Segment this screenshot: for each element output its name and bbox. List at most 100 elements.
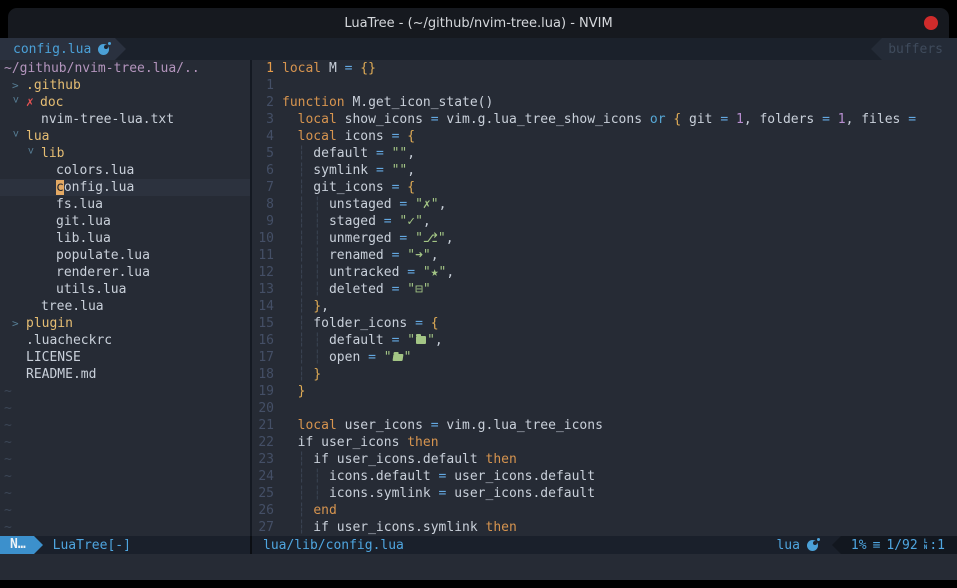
tree-item-doc[interactable]: >✗doc — [0, 94, 250, 111]
code-token: { — [673, 112, 681, 127]
code-line[interactable]: 16 ┆ ┆ default = "", — [252, 332, 957, 349]
tree-item--luacheckrc[interactable]: .luacheckrc — [0, 332, 250, 349]
tree-item-fs-lua[interactable]: fs.lua — [0, 196, 250, 213]
tree-item-renderer-lua[interactable]: renderer.lua — [0, 264, 250, 281]
code-line[interactable]: 5 ┆ default = "", — [252, 145, 957, 162]
line-number: 4 — [252, 128, 282, 145]
code-line[interactable]: 13 ┆ ┆ deleted = "⊟" — [252, 281, 957, 298]
tree-item-lib-lua[interactable]: lib.lua — [0, 230, 250, 247]
code-token: = — [415, 316, 423, 331]
code-line[interactable]: 15 ┆ folder_icons = { — [252, 315, 957, 332]
line-number: 19 — [252, 383, 282, 400]
line-number: 14 — [252, 298, 282, 315]
close-icon[interactable] — [924, 16, 938, 30]
lines-icon: ≡ — [873, 538, 881, 553]
tree-label: README.md — [26, 366, 96, 383]
code-token: = — [822, 112, 830, 127]
tree-item-populate-lua[interactable]: populate.lua — [0, 247, 250, 264]
tree-item-license[interactable]: LICENSE — [0, 349, 250, 366]
tree-label: doc — [40, 94, 63, 111]
tree-item-colors-lua[interactable]: colors.lua — [0, 162, 250, 179]
code-token: , — [407, 146, 415, 161]
code-text: function M.get_icon_state() — [282, 94, 957, 111]
file-path: lua/lib/config.lua — [263, 538, 404, 553]
tree-item-lua[interactable]: >lua — [0, 128, 250, 145]
tabline-spacer — [126, 38, 871, 60]
code-line[interactable]: 20 — [252, 400, 957, 417]
code-token: = — [720, 112, 728, 127]
indent-guide: ┆ — [313, 248, 321, 263]
tree-item-git-lua[interactable]: git.lua — [0, 213, 250, 230]
code-token — [830, 112, 838, 127]
code-line[interactable]: 12 ┆ ┆ untracked = "★", — [252, 264, 957, 281]
code-line[interactable]: 18 ┆ } — [252, 366, 957, 383]
code-line[interactable]: 17 ┆ ┆ open = "" — [252, 349, 957, 366]
code-line[interactable]: 7 ┆ git_icons = { — [252, 179, 957, 196]
code-token: folder_icons — [305, 316, 415, 331]
code-token: } — [313, 299, 321, 314]
tree-label: lua — [26, 128, 49, 145]
code-token: symlink — [305, 163, 375, 178]
code-token: = — [376, 146, 384, 161]
mode-indicator: N… — [0, 536, 34, 554]
chevron-down-icon[interactable]: > — [8, 97, 25, 111]
chevron-right-icon[interactable]: > — [12, 315, 26, 332]
code-line[interactable]: 26 ┆ end — [252, 502, 957, 519]
code-line[interactable]: 11 ┆ ┆ renamed = "➜", — [252, 247, 957, 264]
code-line[interactable]: 4 local icons = { — [252, 128, 957, 145]
tree-item-nvim-tree-lua-txt[interactable]: nvim-tree-lua.txt — [0, 111, 250, 128]
chevron-down-icon[interactable]: > — [23, 148, 40, 162]
code-editor[interactable]: 1local M = {}12function M.get_icon_state… — [252, 60, 957, 536]
code-line[interactable]: 14 ┆ }, — [252, 298, 957, 315]
code-token — [423, 316, 431, 331]
tilde-marker: ~ — [4, 417, 12, 434]
code-line[interactable]: 6 ┆ symlink = "", — [252, 162, 957, 179]
code-line[interactable]: 19 } — [252, 383, 957, 400]
code-token: , — [407, 163, 415, 178]
code-line[interactable]: 9 ┆ ┆ staged = "✓", — [252, 213, 957, 230]
code-token — [407, 197, 415, 212]
code-text: local icons = { — [282, 128, 957, 145]
file-tree[interactable]: ~/github/nvim-tree.lua/..>.github>✗docnv… — [0, 60, 250, 536]
chevron-right-icon[interactable]: > — [12, 77, 26, 94]
empty-line: ~ — [0, 434, 250, 451]
code-text: ┆ folder_icons = { — [282, 315, 957, 332]
line-number: 23 — [252, 451, 282, 468]
code-text: ┆ ┆ default = "", — [282, 332, 957, 349]
tree-item-readme-md[interactable]: README.md — [0, 366, 250, 383]
code-token: { — [431, 316, 439, 331]
tree-label: .luacheckrc — [26, 332, 112, 349]
tree-item-plugin[interactable]: >plugin — [0, 315, 250, 332]
code-line[interactable]: 27 ┆ if user_icons.symlink then — [252, 519, 957, 536]
tilde-marker: ~ — [4, 451, 12, 468]
nvim-window: LuaTree - (~/github/nvim-tree.lua) - NVI… — [0, 0, 957, 588]
code-line[interactable]: 1 — [252, 77, 957, 94]
code-line[interactable]: 8 ┆ ┆ unstaged = "✗", — [252, 196, 957, 213]
line-number: 2 — [252, 94, 282, 111]
code-token: = — [376, 163, 384, 178]
tree-root[interactable]: ~/github/nvim-tree.lua/.. — [0, 60, 250, 77]
tree-item-lib[interactable]: >lib — [0, 145, 250, 162]
code-line[interactable]: 1local M = {} — [252, 60, 957, 77]
code-line[interactable]: 21 local user_icons = vim.g.lua_tree_ico… — [252, 417, 957, 434]
command-line[interactable] — [0, 554, 957, 580]
code-token: function — [282, 95, 345, 110]
empty-line: ~ — [0, 417, 250, 434]
code-line[interactable]: 2function M.get_icon_state() — [252, 94, 957, 111]
code-line[interactable]: 23 ┆ if user_icons.default then — [252, 451, 957, 468]
tree-item-config-lua[interactable]: config.lua — [0, 179, 250, 196]
line-number: 16 — [252, 332, 282, 349]
chevron-down-icon[interactable]: > — [8, 131, 25, 145]
tab-config-lua[interactable]: config.lua — [0, 38, 115, 60]
tree-item-tree-lua[interactable]: tree.lua — [0, 298, 250, 315]
line-number: 5 — [252, 145, 282, 162]
code-line[interactable]: 10 ┆ ┆ unmerged = "⎇", — [252, 230, 957, 247]
code-line[interactable]: 25 ┆ ┆ icons.symlink = user_icons.defaul… — [252, 485, 957, 502]
code-line[interactable]: 3 local show_icons = vim.g.lua_tree_show… — [252, 111, 957, 128]
code-line[interactable]: 24 ┆ ┆ icons.default = user_icons.defaul… — [252, 468, 957, 485]
code-line[interactable]: 22 if user_icons then — [252, 434, 957, 451]
code-text: ┆ ┆ unstaged = "✗", — [282, 196, 957, 213]
tree-item--github[interactable]: >.github — [0, 77, 250, 94]
tree-label: colors.lua — [56, 162, 134, 179]
tree-item-utils-lua[interactable]: utils.lua — [0, 281, 250, 298]
